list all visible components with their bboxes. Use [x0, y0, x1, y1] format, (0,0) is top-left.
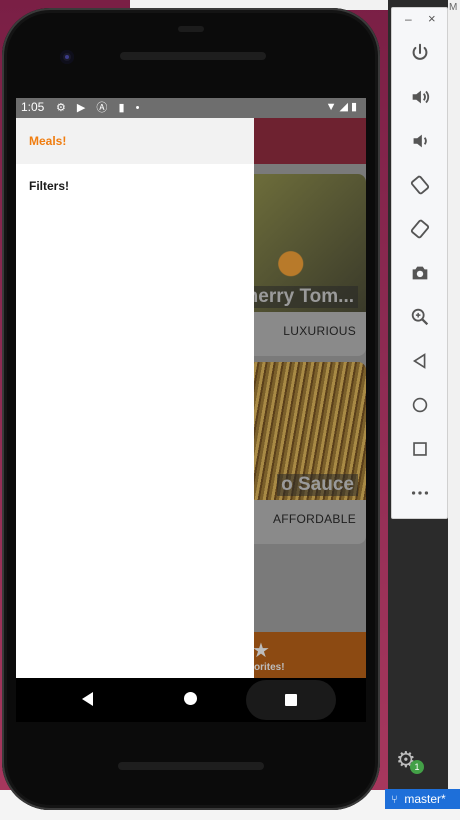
home-icon [412, 397, 428, 413]
nav-recents-button[interactable] [246, 680, 336, 720]
system-status-icons: ▼◢▮ [325, 101, 360, 113]
zoom-icon [411, 308, 429, 326]
emulator-window-controls: – × [392, 11, 447, 30]
meal-affordability: LUXURIOUS [283, 324, 356, 338]
system-nav-bar [16, 678, 366, 722]
navigation-drawer: Meals! Filters! [16, 118, 254, 678]
front-camera [60, 50, 74, 64]
more-icon [411, 491, 429, 495]
git-branch-icon: ⑂ [391, 794, 398, 806]
minimize-button[interactable]: – [405, 12, 412, 26]
notification-icons: ⚙ ▶ Ⓐ ▮ • [56, 102, 144, 114]
rotate-right-button[interactable] [405, 214, 435, 244]
back-button[interactable] [405, 346, 435, 376]
ide-edge-letter: M [449, 2, 458, 13]
star-icon[interactable]: ★ [252, 638, 270, 663]
emulator-toolbar: – × [391, 7, 448, 519]
git-branch-status[interactable]: ⑂ master* [385, 789, 460, 809]
git-branch-label: master* [404, 792, 446, 806]
nav-back-button[interactable] [82, 692, 93, 706]
power-icon [412, 43, 428, 60]
back-icon [412, 353, 426, 369]
power-button[interactable] [405, 38, 435, 68]
volume-up-button[interactable] [405, 82, 435, 112]
zoom-button[interactable] [405, 302, 435, 332]
rotate-left-button[interactable] [405, 170, 435, 200]
tab-favorites-label[interactable]: orites! [254, 662, 285, 673]
camera-icon [412, 266, 428, 280]
overview-button[interactable] [405, 434, 435, 464]
rotate-right-icon [410, 219, 430, 239]
status-bar: 1:05 ⚙ ▶ Ⓐ ▮ • ▼◢▮ [16, 98, 366, 118]
recents-icon [285, 694, 297, 706]
top-speaker [120, 52, 266, 60]
home-button[interactable] [405, 390, 435, 420]
volume-down-icon [413, 134, 427, 148]
close-button[interactable]: × [428, 11, 436, 26]
bottom-speaker [118, 762, 264, 770]
more-button[interactable] [405, 478, 435, 508]
top-slot [178, 26, 204, 32]
status-time: 1:05 [21, 100, 45, 114]
phone-screen: herry Tom... LUXURIOUS o Sauce AFFORDABL… [16, 98, 366, 722]
drawer-item-filters[interactable]: Filters! [16, 164, 254, 208]
notification-badge: 1 [410, 760, 424, 774]
nav-home-button[interactable] [184, 692, 197, 705]
meal-affordability: AFFORDABLE [272, 512, 356, 526]
manage-gear-button[interactable]: ⚙ 1 [396, 746, 424, 774]
volume-up-icon [412, 90, 430, 104]
meal-title: o Sauce [277, 474, 358, 496]
drawer-item-meals[interactable]: Meals! [16, 118, 254, 164]
ide-edge-strip [448, 0, 460, 790]
meal-title: herry Tom... [242, 286, 358, 308]
volume-down-button[interactable] [405, 126, 435, 156]
rotate-left-icon [410, 175, 430, 195]
overview-icon [413, 442, 427, 456]
screenshot-button[interactable] [405, 258, 435, 288]
